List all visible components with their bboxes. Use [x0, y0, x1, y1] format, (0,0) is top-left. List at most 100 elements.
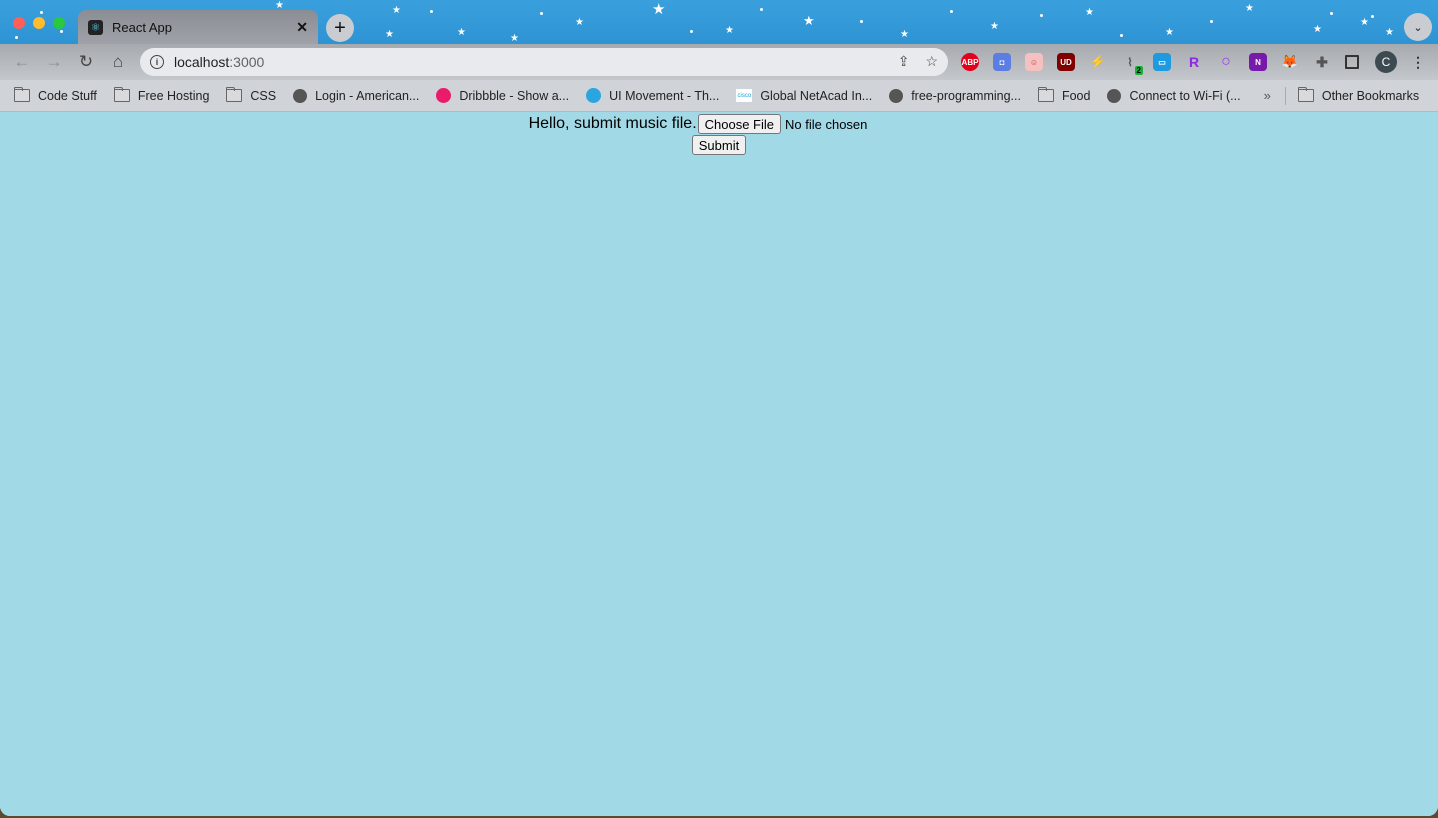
star-decoration: ★ [1385, 27, 1394, 38]
bookmark-label: UI Movement - Th... [609, 88, 720, 103]
url-port: :3000 [229, 54, 265, 70]
bookmark-ui-movement[interactable]: UI Movement - Th... [586, 88, 719, 103]
star-dot [40, 11, 43, 14]
tab-title: React App [112, 19, 172, 35]
lightning-extension-icon[interactable]: ⚡ [1089, 53, 1107, 71]
plus-icon: + [334, 16, 346, 39]
ring-extension-icon[interactable]: ○ [1217, 53, 1235, 71]
file-status-text: No file chosen [785, 116, 868, 132]
screenshot-extension-icon[interactable]: ◘ [993, 53, 1011, 71]
cisco-icon: cisco [736, 89, 753, 102]
bookmark-code-stuff[interactable]: Code Stuff [14, 87, 97, 103]
bookmark-free-hosting[interactable]: Free Hosting [113, 87, 209, 103]
side-panel-icon[interactable] [1345, 55, 1359, 69]
bookmarks-divider [1284, 86, 1286, 105]
star-dot [1371, 15, 1374, 18]
zoom-window-button[interactable] [53, 17, 65, 29]
tab-react-app[interactable]: ⚛ React App ✕ [78, 10, 318, 44]
bookmark-other-bookmarks[interactable]: Other Bookmarks [1297, 87, 1420, 103]
star-decoration: ★ [392, 5, 401, 16]
bookmark-label: free-programming... [911, 88, 1021, 103]
globe-icon [889, 88, 904, 103]
star-decoration: ★ [1165, 27, 1174, 38]
star-dot [15, 36, 18, 39]
upload-form: Hello, submit music file. Choose File No… [0, 114, 1438, 134]
star-dot [430, 10, 433, 13]
url-text[interactable]: localhost:3000 [174, 54, 264, 70]
ui-movement-icon [586, 88, 602, 103]
title-bar: ★ ★ ★ ★ ★ ★ ★ ★ ★ ★ ★ ★ ★ ★ ★ ★ ★ ⚛ Reac… [0, 0, 1438, 44]
activity-extension-icon[interactable]: ⌇ 2 [1121, 53, 1143, 75]
bookmark-label: Connect to Wi-Fi (... [1129, 88, 1241, 103]
dribbble-icon [436, 88, 452, 103]
bookmark-login-american[interactable]: Login - American... [293, 88, 419, 103]
extension-badge: 2 [1134, 66, 1143, 75]
bookmark-label: Food [1061, 88, 1091, 103]
star-decoration: ★ [1085, 7, 1094, 18]
folder-icon [113, 87, 130, 102]
star-decoration: ★ [575, 17, 584, 28]
minimize-window-button[interactable] [33, 17, 45, 29]
globe-icon [1107, 88, 1122, 103]
bookmark-label: Code Stuff [38, 88, 97, 103]
tab-search-button[interactable]: ⌄ [1404, 13, 1432, 41]
bookmark-label: Global NetAcad In... [760, 88, 873, 103]
share-icon[interactable]: ⇪ [898, 53, 910, 70]
bookmark-star-icon[interactable]: ☆ [925, 53, 938, 70]
back-button[interactable]: ← [12, 52, 32, 72]
reload-button[interactable]: ↻ [76, 52, 96, 72]
bookmark-free-programming[interactable]: free-programming... [889, 88, 1021, 103]
star-dot [860, 20, 863, 23]
bookmark-global-netacad[interactable]: cisco Global NetAcad In... [736, 89, 872, 103]
choose-file-button[interactable]: Choose File [697, 114, 782, 134]
close-window-button[interactable] [13, 17, 25, 29]
bookmark-label: Dribbble - Show a... [459, 88, 570, 103]
r-extension-icon[interactable]: R [1185, 53, 1203, 71]
star-dot [60, 30, 63, 33]
star-dot [690, 30, 693, 33]
star-decoration: ★ [725, 25, 734, 36]
piggy-extension-icon[interactable]: ☺ [1025, 53, 1043, 71]
star-dot [1330, 12, 1333, 15]
new-tab-button[interactable]: + [326, 14, 354, 42]
bookmark-dribbble[interactable]: Dribbble - Show a... [436, 88, 569, 103]
more-bookmarks-chevron-icon[interactable]: » [1264, 88, 1271, 103]
adblock-plus-icon[interactable]: ABP [961, 53, 979, 71]
star-decoration: ★ [457, 27, 466, 38]
window-resizer-icon[interactable]: ▭ [1153, 53, 1171, 71]
star-dot [1210, 20, 1213, 23]
folder-icon [1037, 87, 1054, 102]
folder-icon [226, 87, 243, 102]
star-decoration: ★ [1245, 3, 1254, 14]
submit-button[interactable]: Submit [691, 135, 747, 155]
page-content: Hello, submit music file. Choose File No… [0, 113, 1438, 816]
star-decoration: ★ [385, 29, 394, 40]
ublock-origin-icon[interactable]: UD [1057, 53, 1075, 71]
star-decoration: ★ [1360, 17, 1369, 28]
onenote-icon[interactable]: N [1249, 53, 1267, 71]
info-icon[interactable]: i [150, 55, 164, 69]
url-host: localhost [174, 54, 230, 70]
home-button[interactable]: ⌂ [108, 52, 128, 72]
extensions-puzzle-icon[interactable]: ✚ [1313, 53, 1331, 71]
profile-avatar[interactable]: C [1375, 51, 1397, 73]
star-decoration: ★ [652, 1, 666, 18]
star-dot [760, 8, 763, 11]
bookmark-css[interactable]: CSS [226, 87, 276, 103]
star-dot [540, 12, 543, 15]
close-icon[interactable]: ✕ [296, 19, 308, 36]
star-decoration: ★ [510, 33, 519, 44]
star-dot [1040, 14, 1043, 17]
folder-icon [1297, 87, 1314, 102]
kebab-menu-icon[interactable]: ⋮ [1409, 53, 1427, 71]
bookmark-food[interactable]: Food [1037, 87, 1091, 103]
react-favicon-icon: ⚛ [88, 19, 103, 35]
forward-button[interactable]: → [44, 52, 64, 72]
star-dot [1120, 34, 1123, 37]
bookmark-label: Other Bookmarks [1321, 88, 1420, 103]
folder-icon [14, 87, 30, 102]
bookmark-connect-wifi[interactable]: Connect to Wi-Fi (... [1107, 88, 1241, 103]
metamask-icon[interactable]: 🦊 [1281, 53, 1299, 71]
address-bar[interactable]: i localhost:3000 ⇪ ☆ [140, 48, 948, 76]
chevron-down-icon: ⌄ [1413, 21, 1423, 34]
